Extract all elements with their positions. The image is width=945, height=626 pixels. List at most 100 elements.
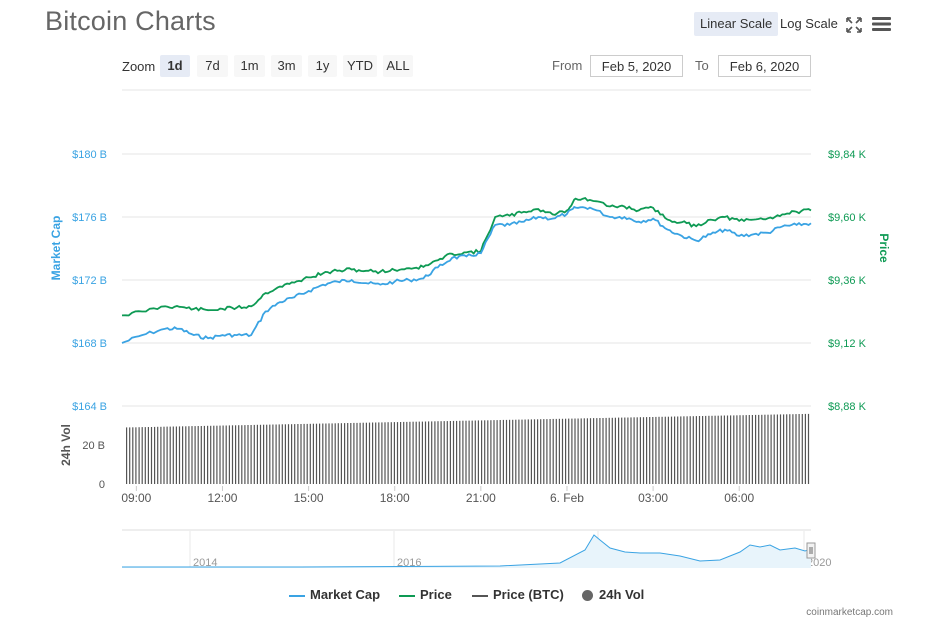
market-cap-series-line[interactable] <box>121 205 812 344</box>
volume-bar <box>350 423 352 484</box>
navigator[interactable]: 2014201620182020 <box>122 529 831 569</box>
volume-bar <box>614 417 616 484</box>
legend-item-24h-vol[interactable]: 24h Vol <box>582 587 644 602</box>
volume-bar <box>403 421 405 484</box>
volume-bar <box>306 423 308 484</box>
bitcoin-chart[interactable]: $180 B$176 B$172 B$168 B$164 B $9,84 K $9… <box>0 0 945 626</box>
volume-bar <box>530 419 532 484</box>
legend-item-price-btc[interactable]: Price (BTC) <box>472 587 564 602</box>
volume-bar <box>182 426 184 484</box>
volume-bar <box>452 420 455 484</box>
price-tick-label: $8,88 K <box>828 401 867 413</box>
market-cap-tick-label: $172 B <box>72 275 107 287</box>
volume-bar <box>157 426 159 484</box>
volume-bar <box>792 414 794 484</box>
volume-bar <box>568 418 570 484</box>
volume-bar <box>191 426 193 484</box>
volume-bar <box>272 424 274 484</box>
volume-bar <box>642 417 645 484</box>
volume-bar <box>172 426 174 484</box>
volume-bar <box>340 423 342 484</box>
volume-bar <box>649 417 651 484</box>
volume-bar <box>708 415 710 484</box>
volume-bar <box>465 420 467 484</box>
volume-bar <box>275 424 277 484</box>
volume-bar <box>773 414 775 484</box>
legend-line-icon <box>399 594 415 597</box>
volume-bar <box>263 424 265 484</box>
volume-bar <box>241 425 243 484</box>
volume-bar <box>150 427 153 484</box>
volume-bar <box>692 416 694 484</box>
volume-bar <box>605 417 607 484</box>
market-cap-tick-label: $180 B <box>72 149 107 161</box>
volume-bar <box>630 417 632 484</box>
volume-bar <box>748 415 750 484</box>
chart-grid <box>122 153 811 407</box>
volume-bar <box>400 422 402 484</box>
volume-bar <box>418 421 420 484</box>
volume-bar <box>207 425 209 484</box>
price-tick-label: $9,84 K <box>828 149 867 161</box>
volume-bar <box>462 420 464 484</box>
volume-bar <box>714 415 716 484</box>
volume-bar <box>387 422 389 484</box>
legend-line-icon <box>289 594 305 597</box>
volume-bar <box>549 419 551 484</box>
volume-bar <box>238 425 240 484</box>
legend-item-price[interactable]: Price <box>399 587 452 602</box>
volume-bar <box>372 422 374 484</box>
time-tick-label: 21:00 <box>466 491 496 505</box>
volume-bar <box>421 421 423 484</box>
volume-bar <box>751 415 753 484</box>
volume-bar <box>135 427 137 484</box>
volume-bar <box>291 424 293 484</box>
navigator-handle[interactable] <box>806 542 816 559</box>
volume-bar <box>733 415 735 484</box>
volume-bar <box>250 425 252 484</box>
volume-bar <box>686 416 688 484</box>
volume-bar <box>537 419 539 484</box>
volume-bar <box>499 420 501 484</box>
volume-bar <box>555 418 557 484</box>
volume-bar <box>141 427 143 484</box>
volume-bar <box>667 416 669 484</box>
volume-bar <box>384 422 386 484</box>
volume-bar <box>533 419 536 484</box>
volume-bar <box>356 422 358 484</box>
market-cap-axis: $180 B $176 B $172 B $168 B $164 B <box>72 149 107 413</box>
volume-bar <box>424 421 427 484</box>
volume-bar <box>758 414 760 484</box>
volume-bar <box>216 425 218 484</box>
legend-label: Market Cap <box>310 587 381 602</box>
volume-bar <box>213 425 215 484</box>
volume-bar <box>347 423 349 484</box>
volume-bar <box>493 420 495 484</box>
time-tick-label: 15:00 <box>294 491 324 505</box>
volume-bar <box>228 425 230 484</box>
volume-bar <box>599 418 601 484</box>
volume-bar <box>502 419 504 484</box>
volume-bar <box>319 423 321 484</box>
volume-bar <box>652 417 654 484</box>
volume-bar <box>580 418 582 484</box>
volume-bar <box>278 424 280 484</box>
volume-bar <box>804 413 806 484</box>
credit-text: coinmarketcap.com <box>806 607 893 618</box>
volume-bar <box>636 417 638 484</box>
volume-bar <box>484 420 486 484</box>
volume-bar <box>365 422 367 484</box>
volume-bar <box>624 417 626 484</box>
volume-bar <box>129 427 131 484</box>
volume-bar <box>664 416 666 484</box>
navigator-area <box>122 535 811 568</box>
volume-bar <box>589 418 592 484</box>
price-tick-label: $9,36 K <box>828 275 867 287</box>
volume-bar <box>698 416 701 484</box>
volume-bar <box>577 418 579 484</box>
legend-item-market-cap[interactable]: Market Cap <box>289 587 380 602</box>
volume-bar <box>552 418 554 484</box>
volume-bar <box>776 414 778 484</box>
volume-bar <box>655 416 657 484</box>
volume-bar <box>783 414 785 484</box>
